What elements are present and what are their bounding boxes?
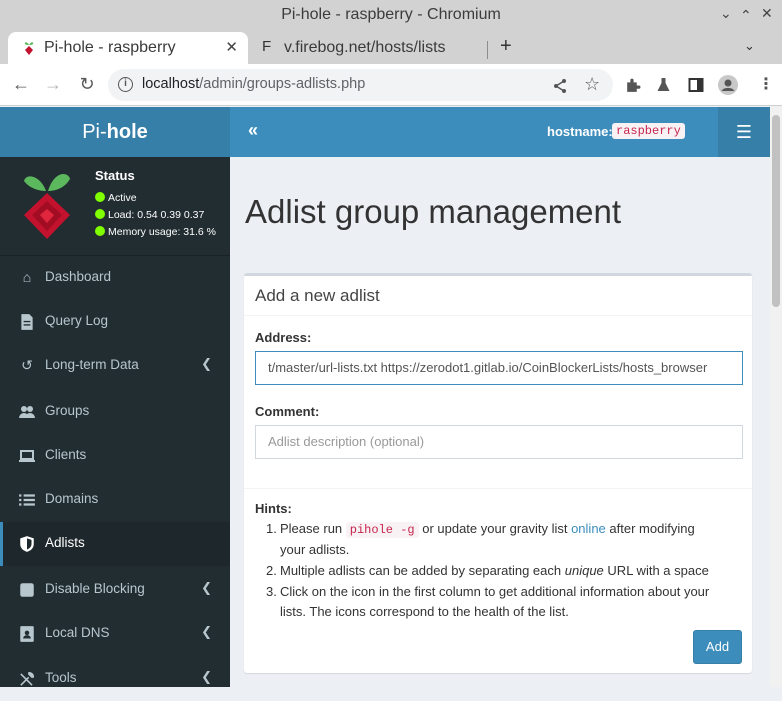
forward-icon[interactable]: → [42,73,64,95]
hints-title: Hints: [255,501,292,516]
sidebar-item-clients[interactable]: Clients [0,434,230,478]
window-titlebar: Pi-hole - raspberry - Chromium ⌄ ⌃ ✕ [0,0,782,30]
logo[interactable]: Pi-hole [0,107,230,157]
sidebar-item-long-term-data[interactable]: ↺ Long-term Data ❮ [0,344,230,388]
window-title: Pi-hole - raspberry - Chromium [281,6,501,23]
extensions-icon[interactable] [624,77,641,94]
sidebar-item-query-log[interactable]: Query Log [0,300,230,344]
sidebar-item-local-dns[interactable]: Local DNS ❮ [0,612,230,656]
hostname-label: hostname: [547,124,613,139]
chevron-left-icon: ❮ [201,669,212,684]
pihole-logo-icon [24,174,70,239]
chevron-left-icon: ❮ [201,624,212,639]
close-tab-icon[interactable]: ✕ [225,38,238,56]
address-book-icon [20,626,34,642]
hint-1: 1. Please run pihole -g or update your g… [266,521,695,557]
sidebar-item-dashboard[interactable]: ⌂ Dashboard [0,256,230,300]
scrollbar-thumb[interactable] [772,115,780,307]
main-content: Adlist group management Add a new adlist… [230,157,770,687]
status-load: Load: 0.54 0.39 0.37 [95,209,204,221]
status-panel: Status Active Load: 0.54 0.39 0.37 Memor… [0,157,230,255]
browser-toolbar: ← → ↻ i localhost/admin/groups-adlists.p… [0,64,782,106]
page-scrollbar[interactable] [770,107,782,687]
bookmark-star-icon[interactable]: ☆ [584,74,600,95]
status-memory: Memory usage: 31.6 % [95,226,216,238]
online-link[interactable]: online [571,521,606,536]
status-title: Status [95,168,135,183]
sidepanel-icon[interactable] [688,77,704,93]
status-active: Active [95,192,137,204]
sidebar-item-adlists[interactable]: Adlists [0,522,230,566]
status-dot-icon [95,226,105,236]
comment-label: Comment: [255,404,320,419]
site-info-icon[interactable]: i [118,77,133,92]
tab-label: v.firebog.net/hosts/lists [284,39,446,56]
sidebar-item-groups[interactable]: Groups [0,390,230,434]
back-icon[interactable]: ← [10,73,32,95]
page-title: Adlist group management [245,193,622,230]
hint-3: 3. Click on the icon in the first column… [266,584,710,619]
pihole-app: Pi-hole « hostname: raspberry ☰ Status A… [0,107,782,687]
sidebar-item-disable-blocking[interactable]: Disable Blocking ❮ [0,568,230,612]
tab-firebog[interactable]: F v.firebog.net/hosts/lists [250,32,490,64]
page-favicon-icon: F [262,38,272,55]
chevron-left-icon: ❮ [201,580,212,595]
hint-2: 2. Multiple adlists can be added by sepa… [266,563,709,578]
users-icon [19,406,35,418]
share-icon[interactable] [552,78,568,94]
browser-menu-icon[interactable]: ⋮ [756,75,776,95]
file-icon [21,314,33,330]
home-icon: ⌂ [22,269,32,285]
tab-separator [487,41,488,59]
new-tab-icon[interactable]: + [500,35,512,58]
shield-icon [20,536,34,552]
pihole-command-code: pihole -g [345,522,419,538]
list-icon [19,494,35,506]
profile-avatar-icon[interactable] [718,75,738,95]
status-dot-icon [95,209,105,219]
chevron-left-icon: ❮ [201,356,212,371]
sidebar: Status Active Load: 0.54 0.39 0.37 Memor… [0,157,230,687]
address-label: Address: [255,330,312,345]
comment-input[interactable]: Adlist description (optional) [255,425,743,459]
sidebar-item-tools[interactable]: Tools ❮ [0,657,230,701]
hostname-value: raspberry [612,123,685,139]
add-adlist-box: Add a new adlist Address: t/master/url-l… [244,273,752,673]
laptop-icon [19,450,35,462]
lab-flask-icon[interactable] [655,76,672,94]
tab-strip: Pi-hole - raspberry ✕ F v.firebog.net/ho… [0,30,782,64]
address-input[interactable]: t/master/url-lists.txt https://zerodot1.… [255,351,743,385]
reload-icon[interactable]: ↻ [76,73,98,95]
url-text[interactable]: localhost/admin/groups-adlists.php [142,76,365,92]
stop-icon [20,583,34,597]
minimize-icon[interactable]: ⌄ [720,5,732,22]
tools-icon [20,672,34,686]
maximize-icon[interactable]: ⌃ [740,7,752,24]
tab-pihole[interactable]: Pi-hole - raspberry ✕ [8,32,248,64]
top-navbar: « hostname: raspberry ☰ [230,107,770,157]
status-dot-icon [95,192,105,202]
history-icon: ↺ [21,357,33,373]
sidebar-toggle-icon[interactable]: « [248,120,258,141]
pihole-favicon-icon [24,42,34,55]
hamburger-menu-icon[interactable]: ☰ [718,107,770,157]
add-button[interactable]: Add [693,630,742,664]
close-window-icon[interactable]: ✕ [761,5,773,22]
box-title: Add a new adlist [255,286,380,305]
address-bar[interactable]: i localhost/admin/groups-adlists.php ☆ [108,69,613,101]
tab-search-icon[interactable]: ⌄ [744,38,755,54]
tab-label: Pi-hole - raspberry [44,39,176,56]
box-header: Add a new adlist [244,276,752,316]
box-footer: Hints: 1. Please run pihole -g or update… [244,488,752,676]
sidebar-item-domains[interactable]: Domains [0,478,230,522]
